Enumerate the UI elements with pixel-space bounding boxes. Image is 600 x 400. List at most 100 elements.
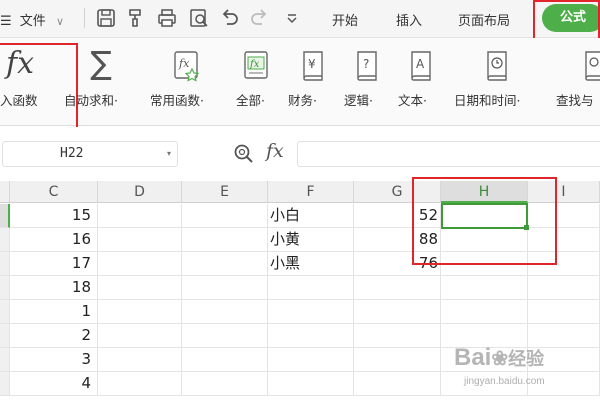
text-functions-label: 文本· [398, 93, 427, 108]
cell-g[interactable] [354, 324, 441, 348]
cell-c[interactable]: 16 [10, 228, 98, 252]
fx-star-icon: fx [174, 51, 200, 82]
column-header-f[interactable]: F [268, 181, 354, 203]
formula-input[interactable] [297, 141, 600, 167]
save-icon[interactable] [94, 6, 118, 30]
file-menu[interactable]: ☰ 文件 ∨ [0, 10, 64, 29]
watermark-url: jingyan.baidu.com [464, 376, 545, 387]
cell-f[interactable]: 小白 [268, 204, 354, 228]
cell-d[interactable] [98, 300, 182, 324]
cell-c[interactable]: 4 [10, 372, 98, 396]
common-functions-button[interactable]: fx [172, 50, 202, 82]
datetime-functions-label: 日期和时间· [454, 93, 521, 108]
format-painter-icon[interactable] [124, 6, 148, 30]
formula-bar: H22 ▾ fx [0, 127, 600, 181]
cell-c[interactable]: 2 [10, 324, 98, 348]
row-header[interactable] [0, 252, 10, 276]
cell-c[interactable]: 15 [10, 204, 98, 228]
print-preview-icon[interactable] [187, 6, 211, 30]
customize-toolbar-icon[interactable] [280, 6, 304, 30]
column-header-c[interactable]: C [10, 181, 98, 203]
cell-e[interactable] [182, 276, 268, 300]
chevron-down-icon[interactable]: ▾ [167, 149, 171, 158]
text-functions-button[interactable]: A [406, 50, 436, 82]
chevron-down-icon: ∨ [55, 15, 65, 28]
paw-icon: ❀ [491, 348, 509, 370]
column-header-d[interactable]: D [98, 181, 182, 203]
cell-f[interactable] [268, 348, 354, 372]
row-header-selected[interactable] [0, 204, 10, 228]
cell-i[interactable] [528, 300, 600, 324]
cell-g[interactable] [354, 276, 441, 300]
cell-e[interactable] [182, 300, 268, 324]
clock-book-icon [487, 51, 507, 81]
finance-functions-label: 财务· [288, 93, 317, 108]
baidu-jingyan-watermark: Bai❀经验 jingyan.baidu.com [440, 330, 600, 400]
finance-functions-button[interactable]: ¥ [298, 50, 328, 82]
cell-e[interactable] [182, 324, 268, 348]
cell-f[interactable] [268, 300, 354, 324]
column-header-e[interactable]: E [182, 181, 268, 203]
cell-d[interactable] [98, 324, 182, 348]
cell-d[interactable] [98, 276, 182, 300]
cell-e[interactable] [182, 204, 268, 228]
cell-f[interactable]: 小黄 [268, 228, 354, 252]
svg-text:A: A [416, 57, 425, 71]
cell-c[interactable]: 1 [10, 300, 98, 324]
cell-c[interactable]: 17 [10, 252, 98, 276]
redo-icon[interactable] [248, 6, 272, 30]
tab-page-layout[interactable]: 页面布局 [458, 10, 510, 29]
cell-g[interactable] [354, 372, 441, 396]
cell-d[interactable] [98, 348, 182, 372]
row-header[interactable] [0, 276, 10, 300]
insert-function-fx-icon[interactable]: fx [266, 140, 284, 162]
autosum-button[interactable]: ∑ [84, 44, 118, 82]
cell-e[interactable] [182, 252, 268, 276]
all-functions-button[interactable]: fx [242, 50, 272, 82]
undo-icon[interactable] [217, 6, 241, 30]
cell-f[interactable]: 小黑 [268, 252, 354, 276]
name-box[interactable]: H22 ▾ [2, 141, 178, 167]
tab-insert[interactable]: 插入 [396, 10, 422, 29]
column-header-partial[interactable] [0, 181, 10, 203]
menu-bar: ☰ 文件 ∨ 开始 插入 页面布局 公式 [0, 0, 600, 45]
cell-f[interactable] [268, 372, 354, 396]
cell-e[interactable] [182, 372, 268, 396]
cell-c[interactable]: 18 [10, 276, 98, 300]
cell-g[interactable] [354, 300, 441, 324]
cell-d[interactable] [98, 228, 182, 252]
svg-text:fx: fx [249, 59, 260, 70]
cell-d[interactable] [98, 372, 182, 396]
autosum-label: 自动求和· [64, 93, 118, 108]
question-book-icon: ? [357, 51, 377, 81]
row-header[interactable] [0, 372, 10, 396]
logical-functions-button[interactable]: ? [352, 50, 382, 82]
watermark-brand-cn: 经验 [508, 349, 545, 369]
all-functions-label: 全部· [236, 93, 265, 108]
cell-g[interactable] [354, 348, 441, 372]
cell-h[interactable] [441, 300, 528, 324]
lookup-functions-button[interactable] [580, 50, 600, 82]
sigma-icon: ∑ [90, 44, 112, 82]
cell-h[interactable] [441, 276, 528, 300]
cell-d[interactable] [98, 252, 182, 276]
tab-home[interactable]: 开始 [332, 10, 358, 29]
row-header[interactable] [0, 324, 10, 348]
cell-d[interactable] [98, 204, 182, 228]
cell-f[interactable] [268, 324, 354, 348]
cell-f[interactable] [268, 276, 354, 300]
print-icon[interactable] [155, 6, 179, 30]
fx-box-icon: fx [244, 51, 268, 79]
row-header[interactable] [0, 300, 10, 324]
svg-text:¥: ¥ [308, 57, 316, 71]
cell-e[interactable] [182, 228, 268, 252]
hamburger-icon: ☰ [0, 14, 12, 29]
magnifier-icon[interactable] [232, 142, 256, 166]
row-header[interactable] [0, 228, 10, 252]
cell-e[interactable] [182, 348, 268, 372]
row-header[interactable] [0, 348, 10, 372]
datetime-functions-button[interactable] [482, 50, 512, 82]
cell-c[interactable]: 3 [10, 348, 98, 372]
cell-i[interactable] [528, 276, 600, 300]
svg-text:fx: fx [178, 57, 190, 70]
